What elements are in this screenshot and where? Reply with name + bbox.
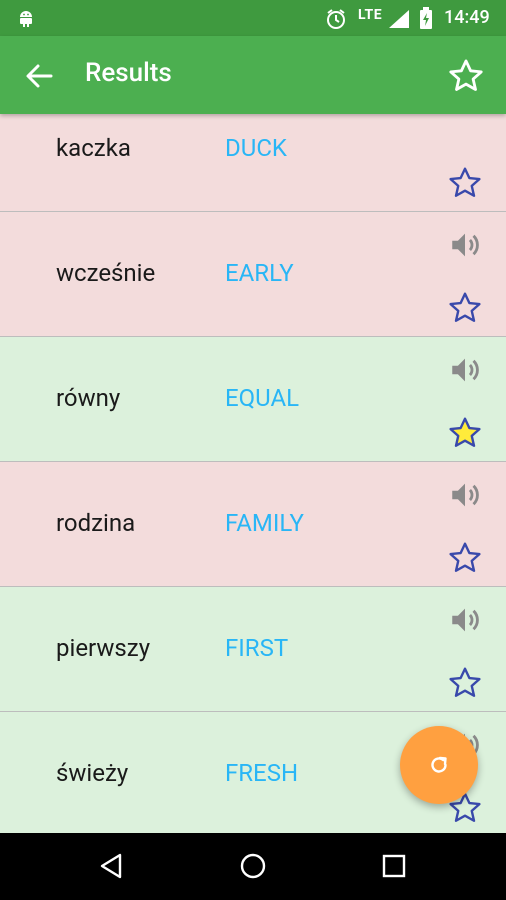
english-word: FRESH (225, 759, 299, 787)
app-bar: Results (0, 36, 506, 114)
alarm-icon (327, 9, 345, 29)
result-row[interactable]: wcześnie EARLY (0, 212, 506, 337)
star-outline-icon[interactable] (447, 290, 483, 326)
star-outline-icon[interactable] (447, 665, 483, 701)
speaker-icon[interactable] (447, 478, 483, 512)
favorite-star-outline-icon[interactable] (447, 57, 485, 95)
english-word: EARLY (225, 259, 294, 287)
polish-word: równy (56, 384, 121, 412)
android-icon (20, 11, 32, 27)
polish-word: wcześnie (56, 259, 156, 287)
result-row[interactable]: rodzina FAMILY (0, 462, 506, 587)
star-filled-icon[interactable] (447, 415, 483, 451)
speaker-icon[interactable] (447, 603, 483, 637)
refresh-icon (431, 756, 447, 773)
recents-square-icon[interactable] (380, 852, 408, 880)
speaker-icon[interactable] (447, 228, 483, 262)
english-word: DUCK (225, 134, 287, 162)
english-word: EQUAL (225, 384, 300, 412)
status-bar: LTE 14:49 (0, 0, 506, 36)
battery-charging-icon (420, 7, 432, 29)
result-row[interactable]: kaczka DUCK (0, 114, 506, 212)
speaker-icon[interactable] (447, 353, 483, 387)
clock: 14:49 (444, 7, 490, 28)
page-title: Results (85, 58, 172, 88)
network-type-label: LTE (358, 7, 383, 23)
navigation-bar (0, 833, 506, 900)
results-list[interactable]: kaczka DUCK wcześnie EARLY równy EQUAL r… (0, 114, 506, 833)
polish-word: kaczka (56, 134, 131, 162)
polish-word: rodzina (56, 509, 136, 537)
result-row[interactable]: równy EQUAL (0, 337, 506, 462)
polish-word: pierwszy (56, 634, 151, 662)
english-word: FAMILY (225, 509, 304, 537)
english-word: FIRST (225, 634, 289, 662)
signal-icon (389, 10, 409, 28)
star-outline-icon[interactable] (447, 540, 483, 576)
star-outline-icon[interactable] (447, 165, 483, 201)
polish-word: świeży (56, 759, 129, 787)
back-triangle-icon[interactable] (98, 852, 126, 880)
result-row[interactable]: pierwszy FIRST (0, 587, 506, 712)
refresh-button[interactable] (400, 726, 478, 804)
arrow-back-icon[interactable] (25, 62, 53, 90)
home-circle-icon[interactable] (239, 852, 267, 880)
